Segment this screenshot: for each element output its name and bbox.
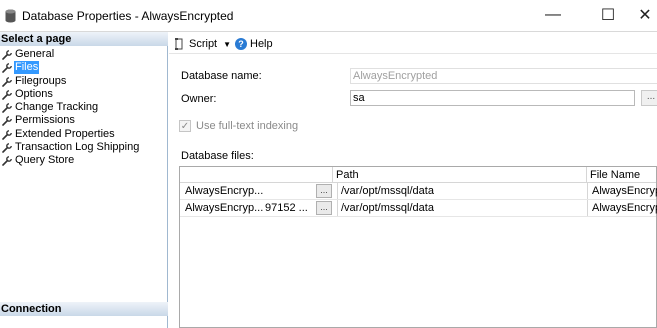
page-item-permissions[interactable]: Permissions — [0, 114, 168, 127]
database-files-label: Database files: — [181, 150, 254, 162]
file-name-cell[interactable]: AlwaysEncryp — [587, 183, 657, 199]
owner-label: Owner: — [181, 93, 217, 105]
column-header-path[interactable]: Path — [333, 167, 587, 183]
help-button[interactable]: ? Help — [235, 36, 273, 52]
window-title: Database Properties - AlwaysEncrypted — [22, 9, 234, 23]
page-item-label: Transaction Log Shipping — [15, 141, 140, 154]
wrench-icon — [2, 89, 12, 100]
page-item-change-tracking[interactable]: Change Tracking — [0, 101, 168, 114]
page-item-label: Filegroups — [15, 74, 67, 87]
page-item-label: Options — [15, 87, 53, 100]
page-item-label: Files — [14, 61, 40, 75]
wrench-icon — [2, 143, 12, 153]
page-item-general[interactable]: General — [0, 48, 168, 61]
page-list: General Files Filegroups Options Change Trac… — [0, 48, 168, 168]
fulltext-label: Use full-text indexing — [196, 120, 299, 132]
column-header-size[interactable] — [265, 167, 333, 183]
database-icon — [5, 9, 16, 23]
select-page-header: Select a page — [0, 32, 168, 46]
path-browse-button[interactable]: ... — [316, 184, 332, 198]
column-header-file-name[interactable]: File Name — [587, 167, 657, 183]
wrench-icon — [2, 50, 12, 60]
connection-header: Connection — [0, 302, 168, 316]
page-selector-pane: Select a page General Files Filegroups Opti… — [0, 32, 168, 328]
help-icon: ? — [235, 38, 247, 50]
table-row[interactable]: AlwaysEncryp... 97152 ... ... /var/opt/m… — [180, 200, 657, 217]
wrench-icon — [2, 63, 12, 74]
wrench-icon — [2, 116, 12, 127]
column-header-logical-name[interactable] — [180, 167, 265, 183]
page-item-filegroups[interactable]: Filegroups — [0, 75, 168, 88]
close-button[interactable]: ✕ — [630, 4, 657, 26]
chevron-down-icon[interactable]: ▼ — [223, 40, 231, 49]
database-name-field: AlwaysEncrypted — [350, 68, 657, 84]
page-item-files[interactable]: Files — [0, 61, 168, 75]
title-bar: Database Properties - AlwaysEncrypted — … — [0, 0, 657, 32]
wrench-icon — [2, 103, 12, 113]
database-files-grid: Path File Name AlwaysEncryp... ... /var/… — [179, 166, 657, 328]
owner-field[interactable]: sa — [350, 90, 635, 106]
files-page: Script ▼ ? Help Database name: AlwaysEnc… — [169, 32, 657, 328]
page-item-label: Permissions — [15, 114, 75, 127]
page-item-label: Change Tracking — [15, 101, 99, 114]
wrench-icon — [2, 129, 12, 140]
table-row[interactable]: AlwaysEncryp... ... /var/opt/mssql/data … — [180, 183, 657, 200]
logical-name-cell[interactable]: AlwaysEncryp... — [185, 200, 265, 216]
page-item-transaction-log-shipping[interactable]: Transaction Log Shipping — [0, 141, 168, 154]
fulltext-checkbox: ✓ — [179, 120, 191, 132]
wrench-icon — [2, 76, 12, 87]
fulltext-indexing-option: ✓ Use full-text indexing — [179, 120, 298, 132]
script-button[interactable]: Script ▼ — [175, 36, 231, 52]
logical-name-cell[interactable]: AlwaysEncryp... — [185, 183, 265, 199]
grid-header: Path File Name — [180, 167, 656, 183]
path-cell[interactable]: /var/opt/mssql/data — [337, 200, 587, 216]
page-item-label: Query Store — [15, 154, 75, 167]
file-name-cell[interactable]: AlwaysEncryp — [587, 200, 657, 216]
size-cell[interactable]: 97152 ... — [265, 200, 315, 216]
path-cell[interactable]: /var/opt/mssql/data — [337, 183, 587, 199]
maximize-button[interactable]: ☐ — [593, 4, 623, 26]
toolbar: Script ▼ ? Help — [169, 32, 657, 54]
database-name-label: Database name: — [181, 70, 262, 82]
script-label: Script — [189, 38, 218, 50]
page-item-options[interactable]: Options — [0, 88, 168, 101]
owner-browse-button[interactable]: ... — [641, 90, 657, 106]
page-item-query-store[interactable]: Query Store — [0, 154, 168, 167]
wrench-icon — [2, 156, 12, 167]
help-label: Help — [250, 38, 273, 50]
path-browse-button[interactable]: ... — [316, 201, 332, 215]
minimize-button[interactable]: — — [538, 4, 568, 26]
size-cell[interactable] — [265, 183, 315, 199]
page-item-label: Extended Properties — [15, 127, 115, 140]
page-item-extended-properties[interactable]: Extended Properties — [0, 128, 168, 141]
script-icon — [175, 38, 183, 50]
page-item-label: General — [15, 48, 55, 60]
